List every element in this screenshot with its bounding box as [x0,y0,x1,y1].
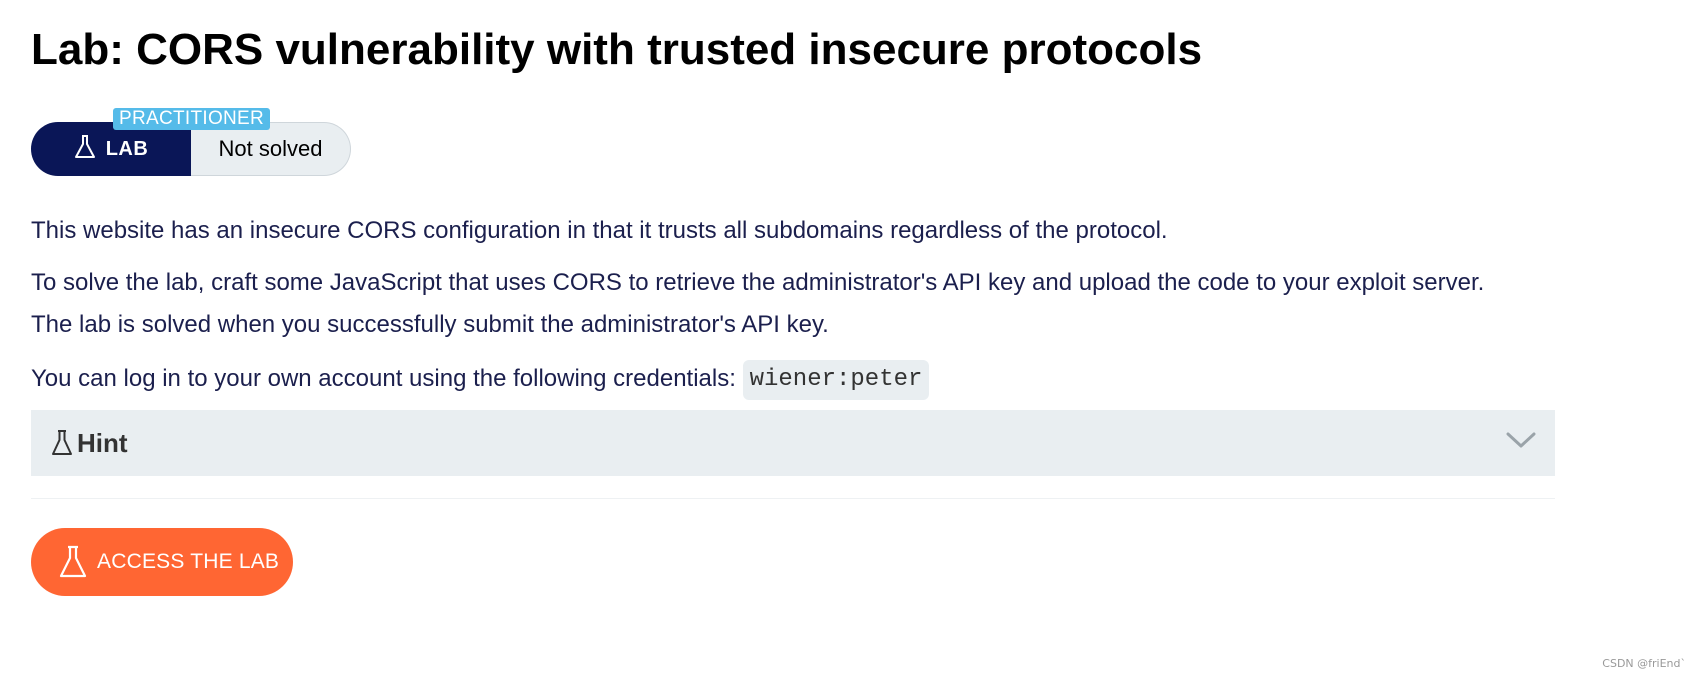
section-divider [31,498,1555,499]
hint-toggle[interactable]: Hint [31,410,1555,476]
credentials-paragraph: You can log in to your own account using… [31,358,930,400]
description-line-2: To solve the lab, craft some JavaScript … [31,269,1485,296]
level-badge: PRACTITIONER [113,108,271,130]
hint-label: Hint [77,427,128,458]
chevron-down-icon[interactable] [1505,430,1537,455]
lab-pill: LAB [31,122,191,176]
lab-label: LAB [105,137,149,160]
flask-icon [59,545,87,579]
access-lab-label: ACCESS THE LAB [97,550,280,573]
flask-icon [51,429,73,457]
description-line-3: The lab is solved when you successfully … [31,311,829,338]
watermark: CSDN @friEnd` [1602,657,1686,670]
access-lab-button[interactable]: ACCESS THE LAB [31,528,293,596]
description-line-1: This website has an insecure CORS config… [31,217,1168,244]
solved-status: Not solved [191,122,351,176]
credentials-text: You can log in to your own account using… [31,365,736,392]
lab-status-widget: PRACTITIONER LAB Not solved [31,108,351,178]
page-title: Lab: CORS vulnerability with trusted ins… [31,25,1203,74]
credentials-code: wiener:peter [742,359,930,400]
flask-icon [74,134,96,165]
